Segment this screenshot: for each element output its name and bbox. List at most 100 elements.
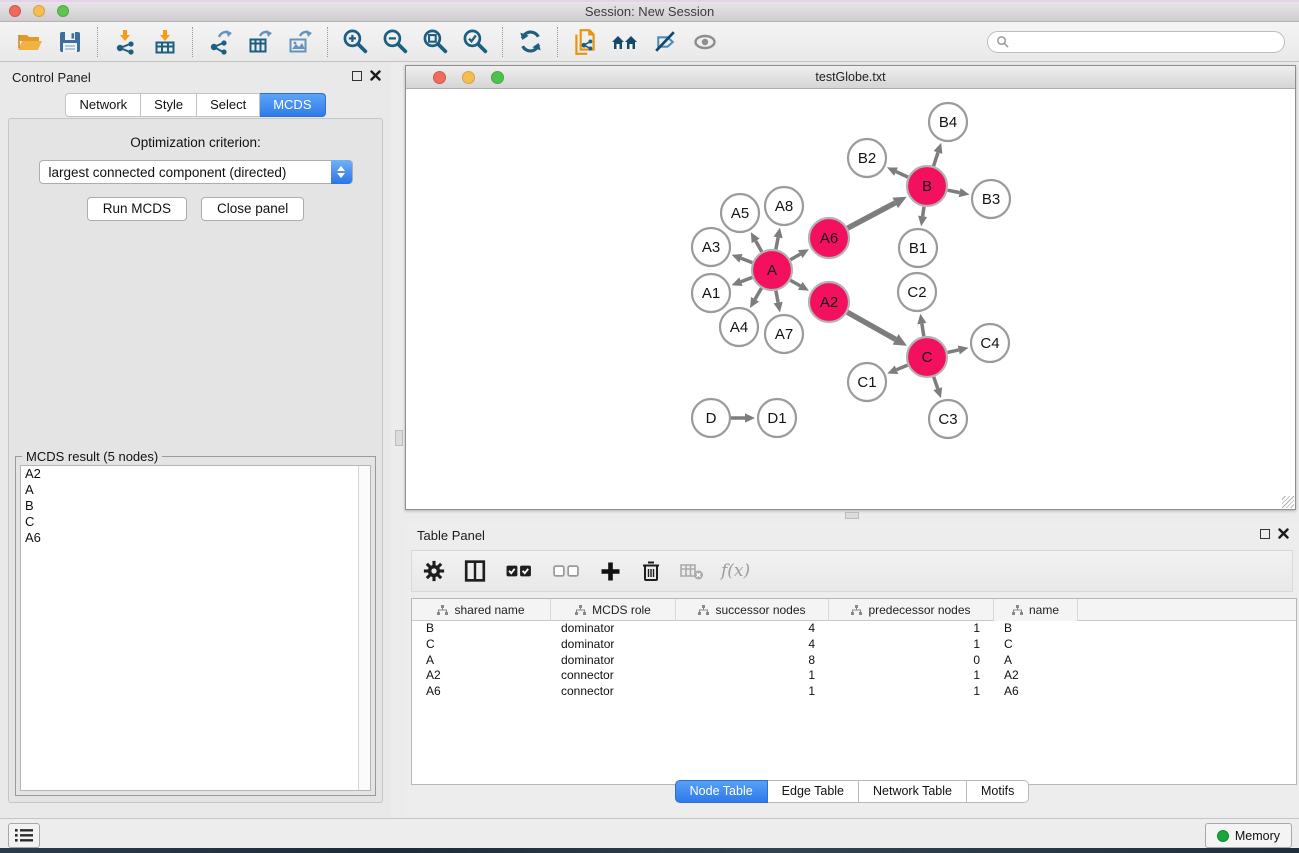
graph-node-A1[interactable]: A1 xyxy=(692,274,730,312)
graph-node-D1[interactable]: D1 xyxy=(758,399,796,437)
graph-node-B4[interactable]: B4 xyxy=(929,103,967,141)
mcds-list-scrollbar[interactable] xyxy=(358,466,370,790)
graph-edge-A6-B[interactable] xyxy=(848,197,907,228)
table-cell[interactable]: 1 xyxy=(829,684,994,700)
run-mcds-button[interactable]: Run MCDS xyxy=(87,197,187,221)
show-graphics-details-icon[interactable] xyxy=(685,26,725,58)
table-cell[interactable]: A xyxy=(412,653,551,669)
network-window-titlebar[interactable]: testGlobe.txt xyxy=(406,66,1295,89)
graph-edge-C-C1[interactable] xyxy=(887,365,907,374)
refresh-icon[interactable] xyxy=(510,26,550,58)
table-cell[interactable]: A xyxy=(994,653,1078,669)
window-resize-grip[interactable] xyxy=(1282,496,1294,508)
graph-node-A5[interactable]: A5 xyxy=(721,194,759,232)
table-cell[interactable]: 4 xyxy=(676,637,829,653)
zoom-fit-icon[interactable] xyxy=(415,26,455,58)
table-cell[interactable]: A2 xyxy=(994,668,1078,684)
table-cell[interactable]: 1 xyxy=(676,684,829,700)
graph-edge-A-A4[interactable] xyxy=(750,288,761,308)
graph-edge-A-A2[interactable] xyxy=(790,280,809,290)
mcds-result-list[interactable]: A2ABCA6 xyxy=(20,465,371,791)
add-column-icon[interactable] xyxy=(598,559,622,583)
graph-edge-A-A3[interactable] xyxy=(732,254,753,263)
network-canvas[interactable]: B4B2BB3A5A8A6A3AB1A1A2C2A4A7C4CC1C3DD1 xyxy=(406,89,1295,509)
table-cell[interactable]: 0 xyxy=(829,653,994,669)
table-cell[interactable]: A2 xyxy=(412,668,551,684)
tab-network[interactable]: Network xyxy=(65,93,141,117)
table-cell[interactable]: 1 xyxy=(829,637,994,653)
table-cell[interactable]: 1 xyxy=(676,668,829,684)
import-table-icon[interactable] xyxy=(145,26,185,58)
graph-node-A[interactable]: A xyxy=(752,250,792,290)
table-cell[interactable]: B xyxy=(412,621,551,637)
graph-edge-B-B4[interactable] xyxy=(934,143,943,166)
graph-edge-B-B1[interactable] xyxy=(918,207,927,226)
table-row[interactable]: A2connector11A2 xyxy=(412,668,1296,684)
home-network-icon[interactable] xyxy=(605,26,645,58)
tab-motifs[interactable]: Motifs xyxy=(967,780,1029,803)
table-row[interactable]: Adominator80A xyxy=(412,653,1296,669)
graph-edge-B-B3[interactable] xyxy=(948,188,970,197)
table-cell[interactable]: dominator xyxy=(551,637,676,653)
graph-edge-A-A1[interactable] xyxy=(732,277,753,286)
tab-style[interactable]: Style xyxy=(141,93,197,117)
function-builder-icon[interactable]: f(x) xyxy=(721,561,750,581)
graph-edge-A-A8[interactable] xyxy=(774,228,783,250)
zoom-out-icon[interactable] xyxy=(375,26,415,58)
export-network-icon[interactable] xyxy=(200,26,240,58)
graph-node-A4[interactable]: A4 xyxy=(720,308,758,346)
vertical-splitter-grip[interactable] xyxy=(395,430,403,446)
search-field[interactable] xyxy=(987,31,1285,53)
show-column-panel-icon[interactable] xyxy=(463,559,487,583)
graph-node-C2[interactable]: C2 xyxy=(898,273,936,311)
graph-edge-C-C2[interactable] xyxy=(917,314,926,337)
horizontal-splitter-grip[interactable] xyxy=(845,512,859,519)
tab-node-table[interactable]: Node Table xyxy=(675,780,768,803)
graph-node-A6[interactable]: A6 xyxy=(809,218,849,258)
graph-node-C1[interactable]: C1 xyxy=(848,363,886,401)
graph-node-B1[interactable]: B1 xyxy=(899,229,937,267)
close-panel-button[interactable]: Close panel xyxy=(201,197,304,221)
delete-column-icon[interactable] xyxy=(639,559,663,583)
tab-network-table[interactable]: Network Table xyxy=(859,780,967,803)
tab-edge-table[interactable]: Edge Table xyxy=(768,780,859,803)
table-cell[interactable]: B xyxy=(994,621,1078,637)
import-network-icon[interactable] xyxy=(105,26,145,58)
column-header-shared-name[interactable]: shared name xyxy=(412,599,551,621)
zoom-selected-icon[interactable] xyxy=(455,26,495,58)
graph-node-B3[interactable]: B3 xyxy=(972,180,1010,218)
graph-edge-C-C4[interactable] xyxy=(947,345,968,354)
table-cell[interactable]: connector xyxy=(551,668,676,684)
graph-edge-B-B2[interactable] xyxy=(887,167,908,177)
zoom-in-icon[interactable] xyxy=(335,26,375,58)
graph-node-B2[interactable]: B2 xyxy=(848,139,886,177)
criterion-dropdown[interactable]: largest connected component (directed) xyxy=(39,160,353,184)
float-panel-icon[interactable] xyxy=(352,71,362,81)
table-cell[interactable]: A6 xyxy=(994,684,1078,700)
table-cell[interactable]: dominator xyxy=(551,653,676,669)
graph-edge-D-D1[interactable] xyxy=(731,413,755,422)
graph-edge-A2-C[interactable] xyxy=(847,312,907,345)
table-cell[interactable]: C xyxy=(412,637,551,653)
graph-node-B[interactable]: B xyxy=(907,166,947,206)
mcds-result-item[interactable]: A xyxy=(21,482,370,498)
deselect-all-checkboxes-icon[interactable] xyxy=(551,559,581,583)
search-input[interactable] xyxy=(1009,33,1276,51)
graph-node-A7[interactable]: A7 xyxy=(765,315,803,353)
mcds-result-item[interactable]: A6 xyxy=(21,530,370,546)
delete-table-icon[interactable] xyxy=(680,559,704,583)
graph-edge-A-A6[interactable] xyxy=(790,249,809,259)
table-cell[interactable]: 8 xyxy=(676,653,829,669)
graph-node-C4[interactable]: C4 xyxy=(971,324,1009,362)
graph-node-A8[interactable]: A8 xyxy=(765,187,803,225)
graph-node-C3[interactable]: C3 xyxy=(929,400,967,438)
table-cell[interactable]: 4 xyxy=(676,621,829,637)
table-cell[interactable]: 1 xyxy=(829,668,994,684)
save-session-icon[interactable] xyxy=(50,26,90,58)
export-image-icon[interactable] xyxy=(280,26,320,58)
graph-edge-A-A7[interactable] xyxy=(774,291,783,313)
table-cell[interactable]: connector xyxy=(551,684,676,700)
network-document-icon[interactable] xyxy=(565,26,605,58)
column-header-name[interactable]: name xyxy=(994,599,1078,621)
table-cell[interactable]: C xyxy=(994,637,1078,653)
